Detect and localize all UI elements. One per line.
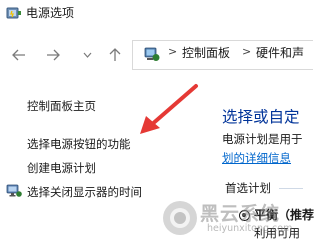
breadcrumb-separator: > (242, 45, 252, 58)
display-power-icon (6, 184, 22, 197)
breadcrumb-separator: > (168, 45, 178, 58)
breadcrumb-hardware-sound[interactable]: 硬件和声 (256, 44, 304, 61)
page-heading: 选择或自定 (222, 108, 300, 126)
watermark-url: heiyunxitong.com (207, 223, 293, 234)
chevron-down-icon[interactable] (76, 44, 98, 66)
control-panel-icon (144, 47, 160, 61)
sidebar-item-control-panel-home[interactable]: 控制面板主页 (27, 98, 96, 114)
window-title: 电源选项 (26, 6, 75, 20)
section-label-preferred-plans: 首选计划 (225, 181, 271, 195)
plan-details-link[interactable]: 划的详细信息 (222, 150, 291, 166)
arrow-up-icon[interactable] (104, 44, 126, 66)
sidebar-item-power-button-function[interactable]: 选择电源按钮的功能 (27, 136, 131, 152)
watermark-logo-icon (163, 201, 197, 235)
breadcrumb-control-panel[interactable]: 控制面板 (182, 44, 230, 61)
annotation-arrow-icon (140, 84, 198, 134)
power-options-icon (6, 7, 21, 19)
section-divider (279, 188, 303, 189)
description-text: 电源计划是用于 (222, 132, 303, 146)
sidebar-item-create-power-plan[interactable]: 创建电源计划 (27, 160, 96, 176)
sidebar-item-display-off-time[interactable]: 选择关闭显示器的时间 (27, 184, 142, 200)
arrow-right-icon[interactable] (42, 44, 64, 66)
arrow-left-icon[interactable] (8, 44, 30, 66)
watermark-brand: 黑云系统 (200, 203, 281, 225)
